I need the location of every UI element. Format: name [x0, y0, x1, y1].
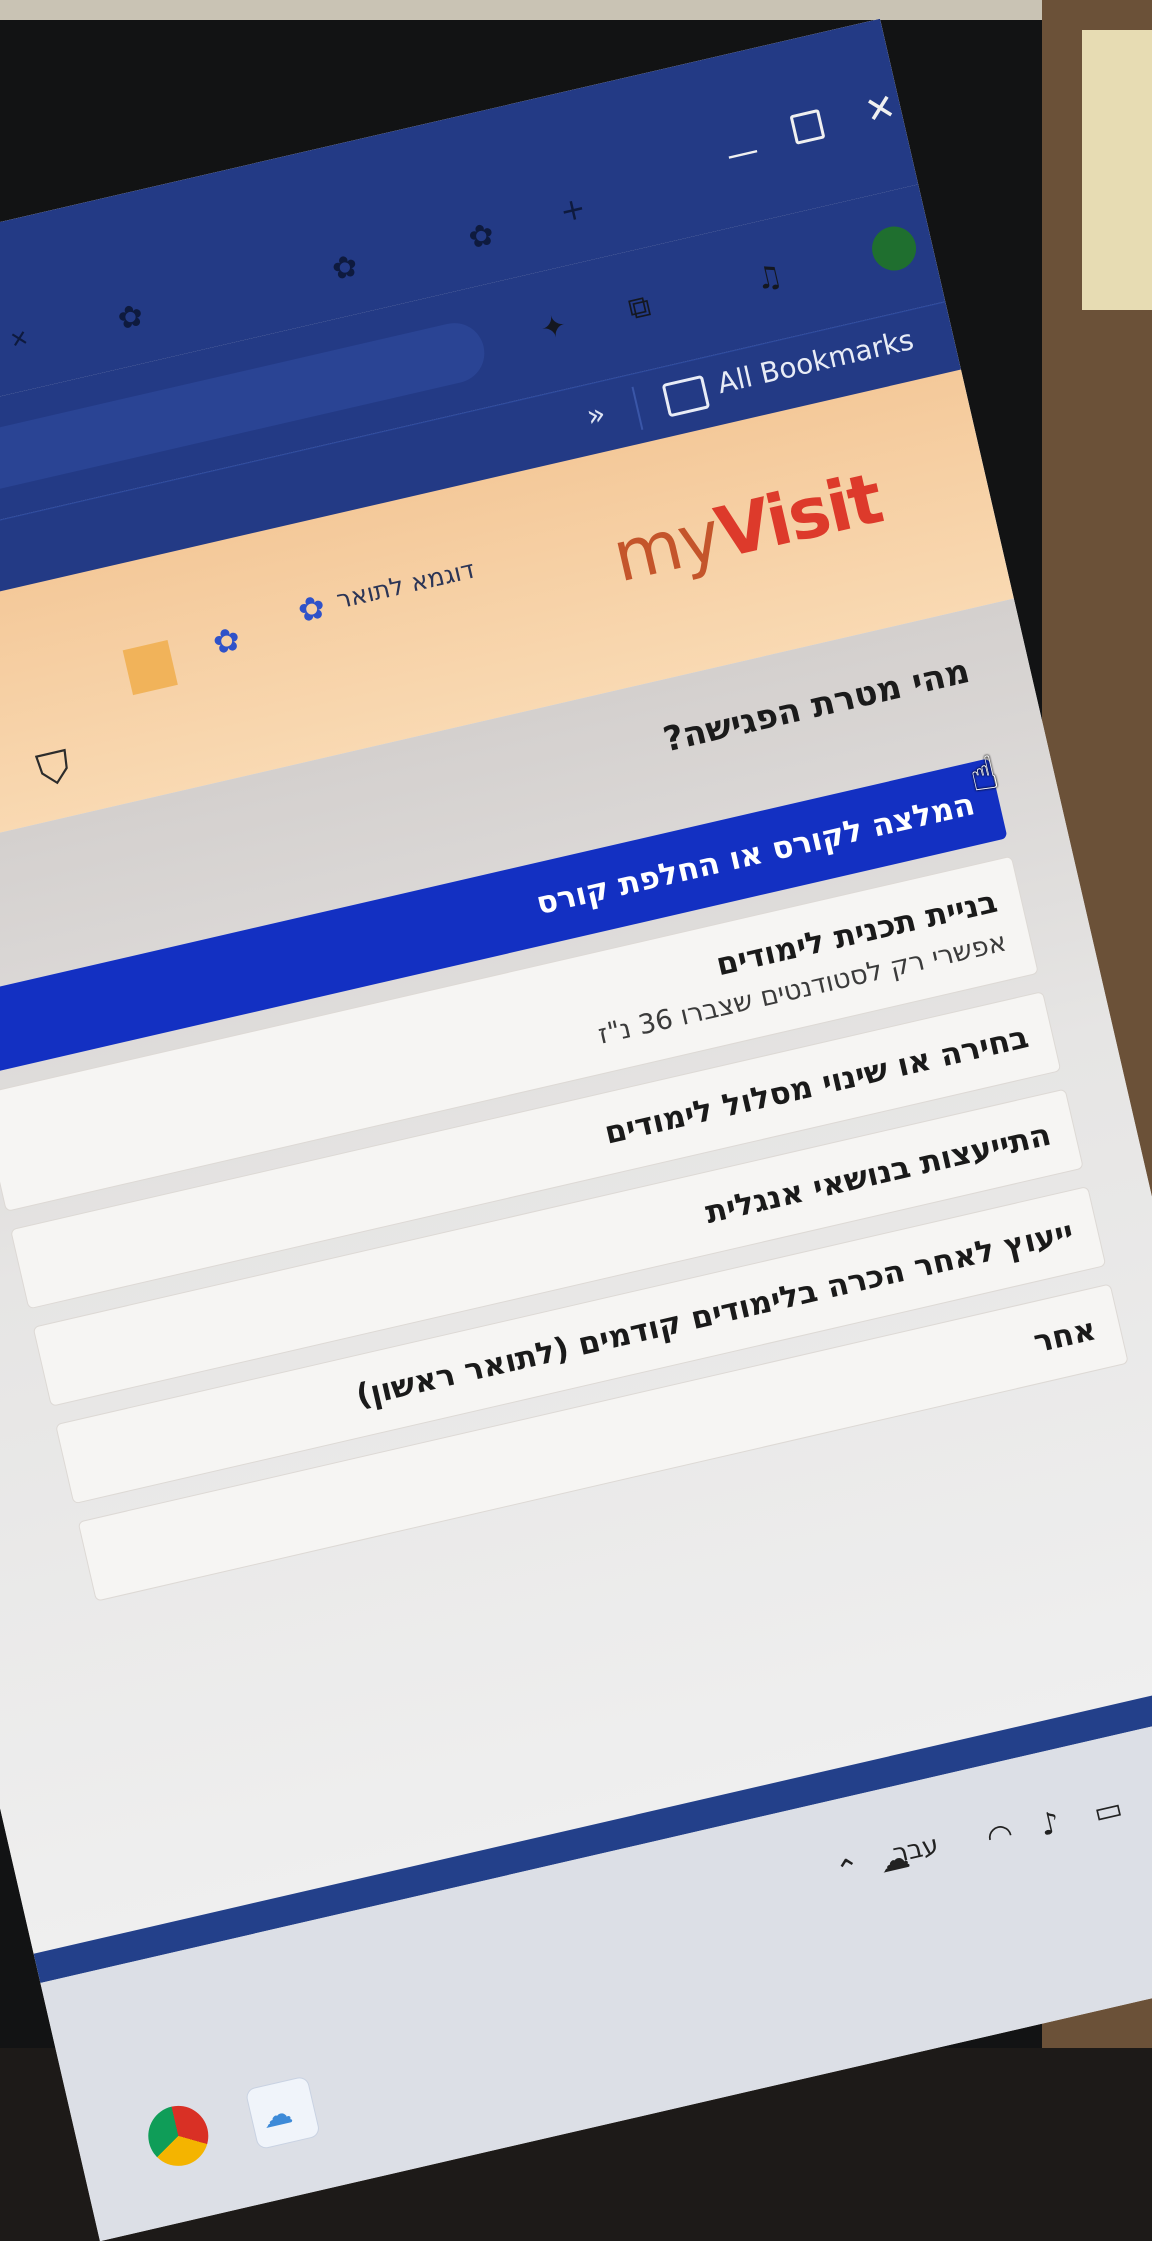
profile-avatar[interactable]	[867, 222, 921, 275]
sample-degree-link[interactable]: דוגמא לתואר	[334, 555, 478, 615]
chevron-up-icon[interactable]: ⌃	[832, 1851, 864, 1891]
close-tab-icon[interactable]: ✕	[8, 326, 32, 355]
bookmarks-divider	[631, 386, 644, 430]
accessibility-icon[interactable]: ⛉	[32, 741, 76, 798]
folder-icon	[661, 374, 711, 418]
extensions-puzzle-icon[interactable]: ⧉	[625, 288, 654, 327]
myvisit-logo: myVisit	[605, 457, 889, 599]
media-control-icon[interactable]: ♫	[752, 258, 786, 298]
maximize-icon[interactable]	[789, 108, 826, 145]
link-icon: ✿	[209, 619, 244, 663]
extension-icon[interactable]: ✦	[538, 308, 570, 348]
wifi-icon[interactable]: ◠	[983, 1816, 1016, 1856]
header-square-icon[interactable]	[122, 639, 178, 696]
onedrive-app-icon[interactable]: ☁	[244, 2075, 321, 2151]
tab-favicon-icon: ✿	[465, 216, 498, 257]
cloud-icon: ☁	[258, 2095, 296, 2137]
keyboard-language[interactable]: עבר	[890, 1830, 942, 1870]
chrome-icon[interactable]	[142, 2099, 215, 2172]
minimize-icon[interactable]: —	[723, 130, 763, 174]
link-icon: ✿	[294, 587, 329, 631]
purpose-options-list: המלצה לקורס או החלפת קורס ☝ בניית תכנית …	[0, 744, 1133, 1619]
background-window	[1082, 30, 1152, 310]
close-window-icon[interactable]: ✕	[861, 86, 900, 133]
bookmarks-overflow-button[interactable]: »	[583, 396, 609, 434]
new-tab-icon[interactable]: +	[557, 190, 589, 230]
speaker-icon[interactable]: ♪	[1037, 1805, 1064, 1843]
battery-icon[interactable]: ▭	[1090, 1791, 1126, 1831]
tab-favicon-icon: ✿	[114, 297, 147, 338]
